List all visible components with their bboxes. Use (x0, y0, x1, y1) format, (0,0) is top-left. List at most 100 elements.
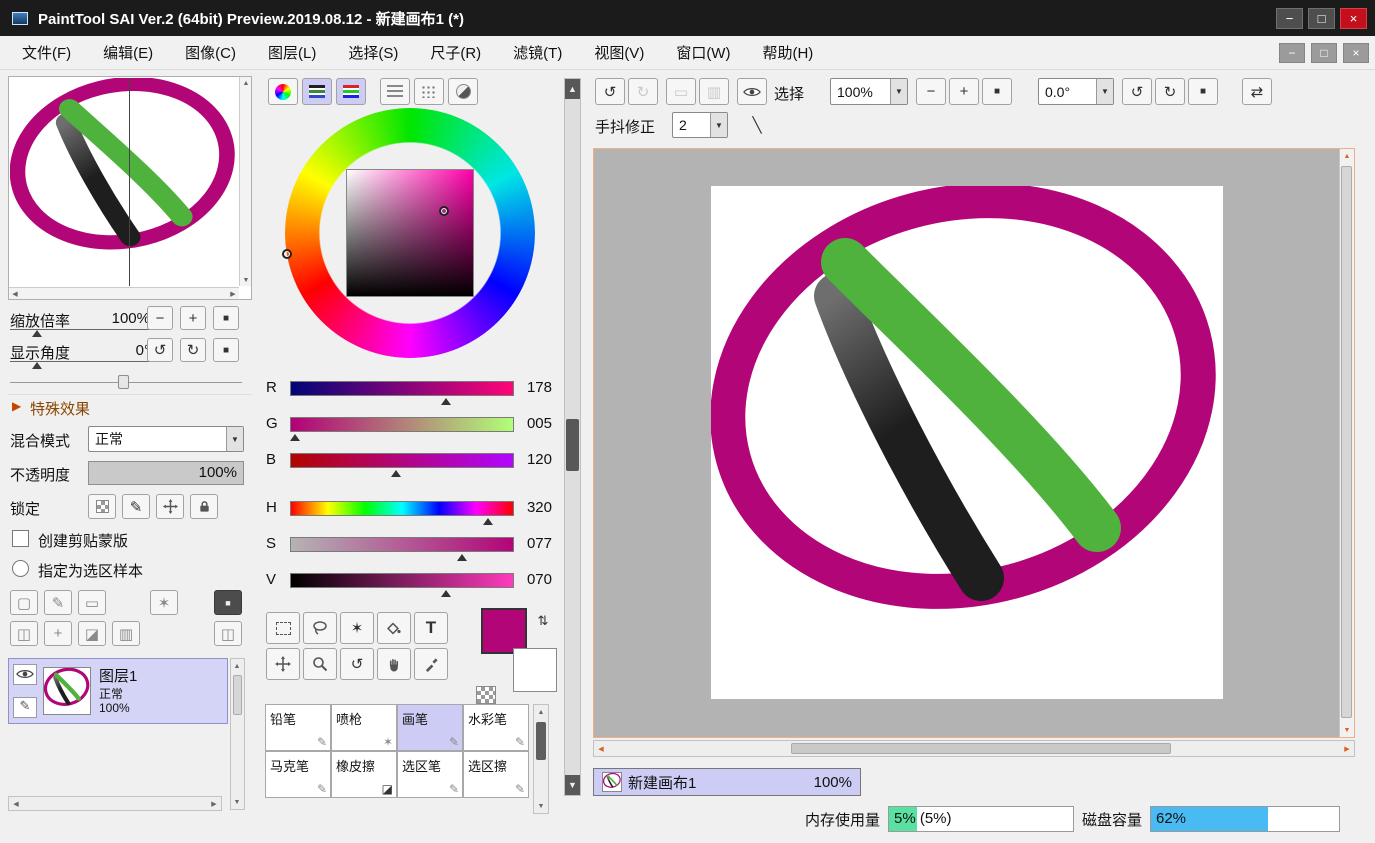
scroll-up-icon[interactable]: ▲ (535, 706, 547, 718)
maximize-button[interactable]: □ (1308, 8, 1335, 29)
eyedropper-tool[interactable] (414, 648, 448, 680)
undo-button[interactable]: ↺ (595, 78, 625, 105)
navigator-angle-slider[interactable]: 显示角度 0° (10, 340, 150, 362)
navigator-preview[interactable] (10, 78, 238, 286)
hand-tool[interactable] (377, 648, 411, 680)
new-sketch-layer-button[interactable]: ✎ (44, 590, 72, 615)
mixer-mode-button[interactable] (414, 78, 444, 105)
menu-image[interactable]: 图像(C) (169, 37, 252, 68)
redo-button[interactable]: ↻ (628, 78, 658, 105)
drawing-canvas[interactable] (711, 186, 1223, 699)
navigator-vscrollbar[interactable]: ▲ ▼ (239, 77, 251, 286)
slider-marker-icon[interactable] (457, 554, 467, 561)
canvas-angle-reset-button[interactable]: ■ (1188, 78, 1218, 105)
scroll-right-icon[interactable]: ▶ (208, 798, 220, 810)
brush-item[interactable]: 马克笔 ✎ (265, 751, 331, 798)
rotate-view-tool[interactable]: ↺ (340, 648, 374, 680)
rotate-ccw-button[interactable]: ↺ (147, 338, 173, 362)
dropdown-arrow-icon[interactable]: ▼ (890, 79, 907, 104)
move-tool[interactable] (266, 648, 300, 680)
scrollbar-thumb[interactable] (536, 722, 546, 760)
copy-layer-button[interactable]: ◫ (10, 621, 38, 646)
g-slider[interactable] (290, 417, 514, 432)
delete-layer-button[interactable]: ▥ (112, 621, 140, 646)
menu-edit[interactable]: 编辑(E) (87, 37, 169, 68)
b-slider[interactable] (290, 453, 514, 468)
canvas-zoom-out-button[interactable]: − (916, 78, 946, 105)
slider-marker-icon[interactable] (290, 434, 300, 441)
show-selection-button[interactable] (737, 78, 767, 105)
panel-splitter-slider[interactable] (10, 382, 242, 383)
rotate-cw-button[interactable]: ↻ (180, 338, 206, 362)
dropdown-arrow-icon[interactable]: ▼ (710, 113, 727, 137)
slider-handle[interactable] (118, 375, 129, 389)
special-effects-header[interactable]: ▶ 特殊效果 (8, 394, 252, 418)
brush-item[interactable]: 橡皮擦 ◪ (331, 751, 397, 798)
canvas-zoom-select[interactable]: 100% ▼ (830, 78, 908, 105)
text-tool[interactable]: T (414, 612, 448, 644)
minimize-button[interactable]: − (1276, 8, 1303, 29)
rect-select-tool[interactable] (266, 612, 300, 644)
lock-transparency-button[interactable] (88, 494, 116, 519)
brush-list-scrollbar[interactable]: ▲ ▼ (533, 704, 549, 814)
lock-pixels-button[interactable]: ✎ (122, 494, 150, 519)
navigator-zoom-slider[interactable]: 缩放倍率 100% (10, 308, 150, 330)
scroll-left-icon[interactable]: ◀ (9, 288, 21, 300)
fill-layer-button[interactable]: ■ (214, 590, 242, 615)
h-slider[interactable] (290, 501, 514, 516)
scroll-down-icon[interactable]: ▼ (535, 800, 547, 812)
zoom-in-button[interactable]: + (180, 306, 206, 330)
canvas-zoom-reset-button[interactable]: ■ (982, 78, 1012, 105)
dropdown-arrow-icon[interactable]: ▼ (226, 427, 243, 451)
scroll-up-icon[interactable]: ▲ (1341, 150, 1353, 162)
scroll-up-icon[interactable]: ▲ (565, 79, 580, 99)
swatches-mode-button[interactable] (380, 78, 410, 105)
brush-item[interactable]: 水彩笔 ✎ (463, 704, 529, 751)
dropdown-arrow-icon[interactable]: ▼ (1096, 79, 1113, 104)
slider-marker-icon[interactable] (483, 518, 493, 525)
layer-visibility-button[interactable] (13, 664, 37, 685)
zoom-out-button[interactable]: − (147, 306, 173, 330)
swap-colors-button[interactable]: ⇅ (532, 610, 554, 632)
sphere-mode-button[interactable] (448, 78, 478, 105)
slider-marker-icon[interactable] (391, 470, 401, 477)
stroke-style-button[interactable]: ╲ (742, 112, 772, 138)
layer-list-hscrollbar[interactable]: ◀ ▶ (8, 796, 222, 811)
scroll-down-icon[interactable]: ▼ (565, 775, 580, 795)
scroll-right-icon[interactable]: ▶ (1341, 743, 1353, 755)
scroll-down-icon[interactable]: ▼ (1341, 724, 1353, 736)
menu-ruler[interactable]: 尺子(R) (414, 37, 497, 68)
new-layer-button[interactable]: ▢ (10, 590, 38, 615)
hue-marker[interactable] (282, 249, 292, 259)
crop-selection-button[interactable]: ▥ (699, 78, 729, 105)
brush-item[interactable]: 喷枪 ✶ (331, 704, 397, 751)
canvas-tab[interactable]: 新建画布1 100% (593, 768, 861, 796)
color-wheel-mode-button[interactable] (268, 78, 298, 105)
brush-item-selected[interactable]: 画笔 ✎ (397, 704, 463, 751)
menu-select[interactable]: 选择(S) (332, 37, 414, 68)
canvas-rotate-cw-button[interactable]: ↻ (1155, 78, 1185, 105)
angle-reset-button[interactable]: ■ (213, 338, 239, 362)
merge-layer-button[interactable]: + (44, 621, 72, 646)
scroll-right-icon[interactable]: ▶ (227, 288, 239, 300)
scrollbar-thumb[interactable] (1341, 166, 1352, 718)
slider-marker-icon[interactable] (441, 590, 451, 597)
canvas-viewport[interactable]: ▲ ▼ (593, 148, 1355, 738)
v-slider[interactable] (290, 573, 514, 588)
scroll-up-icon[interactable]: ▲ (240, 77, 252, 89)
hsv-sliders-mode-button[interactable] (336, 78, 366, 105)
r-slider[interactable] (290, 381, 514, 396)
saturation-value-square[interactable] (346, 169, 474, 297)
duplicate-layer-button[interactable]: ◫ (214, 621, 242, 646)
zoom-tool[interactable] (303, 648, 337, 680)
menu-file[interactable]: 文件(F) (6, 37, 87, 68)
opacity-slider[interactable]: 100% (88, 461, 244, 485)
lock-all-button[interactable] (190, 494, 218, 519)
mdi-close-button[interactable]: × (1343, 43, 1369, 63)
color-wheel[interactable] (285, 108, 535, 358)
zoom-reset-button[interactable]: ■ (213, 306, 239, 330)
lock-position-button[interactable] (156, 494, 184, 519)
navigator-hscrollbar[interactable]: ◀ ▶ (9, 287, 239, 299)
panel-scrollbar[interactable]: ▲ ▼ (564, 78, 581, 796)
sv-marker[interactable] (439, 206, 449, 216)
